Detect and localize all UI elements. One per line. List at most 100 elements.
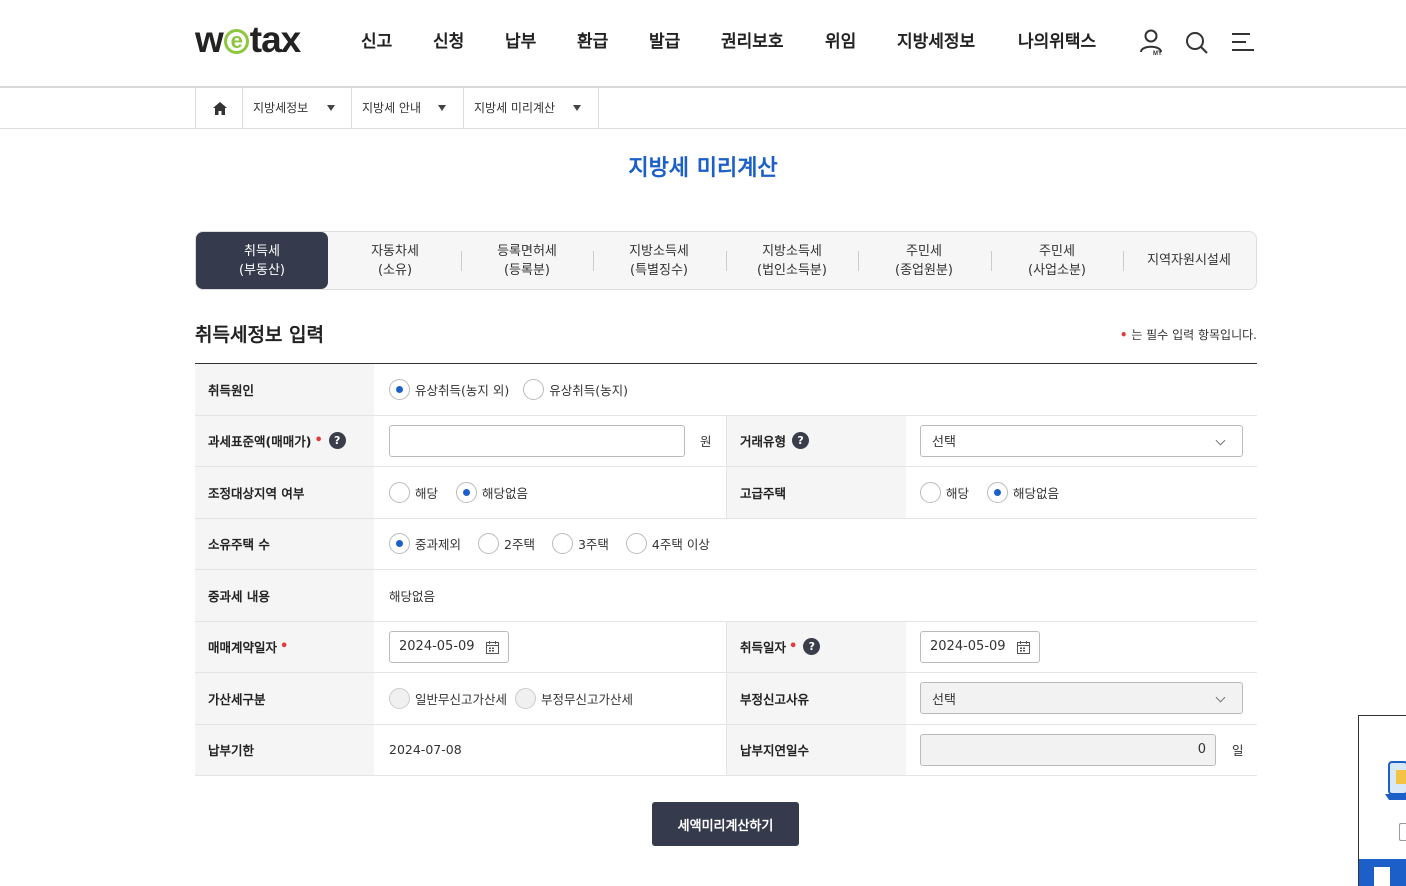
nav-apply[interactable]: 신청	[433, 30, 464, 54]
tab-acquisition-tax[interactable]: 취득세 (부동산)	[196, 232, 328, 289]
tab-local-income-corporate[interactable]: 지방소득세 (법인소득분)	[726, 232, 858, 289]
radio-luxury-yes[interactable]: 해당	[920, 481, 969, 503]
nav-payment[interactable]: 납부	[505, 30, 536, 54]
calculate-tax-button[interactable]: 세액미리계산하기	[652, 802, 799, 846]
fraud-reason-select[interactable]: 선택	[920, 682, 1243, 715]
breadcrumb-home[interactable]	[195, 88, 242, 128]
label-fraud-reason: 부정신고사유	[726, 673, 906, 724]
radio-general-penalty[interactable]: 일반무신고가산세	[389, 687, 508, 709]
radio-circle	[551, 533, 573, 555]
label-acquisition-date: 취득일자 •?	[726, 621, 906, 672]
logo-w: w	[195, 19, 224, 60]
widget-checkbox[interactable]	[1399, 823, 1406, 841]
acquisition-date-cell: 2024-05-09	[920, 622, 1040, 673]
search-icon[interactable]	[1183, 28, 1213, 58]
section-title: 취득세정보 입력	[195, 324, 324, 346]
breadcrumb-label: 지방세정보	[253, 101, 309, 115]
menu-icon[interactable]	[1228, 28, 1258, 58]
help-icon[interactable]: ?	[328, 432, 346, 450]
radio-label: 해당없음	[1013, 485, 1060, 501]
acquisition-tax-form: 취득원인 유상취득(농지 외) 유상취득(농지) 과세표준액(매매가) •? 원 …	[195, 363, 1257, 776]
row-acquisition-cause: 취득원인 유상취득(농지 외) 유상취득(농지)	[195, 364, 1257, 416]
calendar-icon[interactable]	[486, 640, 499, 654]
row-house-count: 소유주택 수 중과제외 2주택 3주택 4주택 이상	[195, 518, 1257, 570]
radio-adjusted-yes[interactable]: 해당	[389, 481, 439, 503]
radio-fraud-penalty[interactable]: 부정무신고가산세	[515, 687, 634, 709]
tab-local-income-withholding[interactable]: 지방소득세 (특별징수)	[593, 232, 725, 289]
radio-paid-farm[interactable]: 유상취득(농지)	[523, 378, 628, 400]
help-icon[interactable]: ?	[803, 638, 821, 656]
radio-house-excluded[interactable]: 중과제외	[389, 533, 462, 555]
radio-circle	[523, 378, 545, 400]
chevron-down-icon	[1215, 692, 1226, 703]
label-tax-base: 과세표준액(매매가) •?	[195, 415, 374, 466]
tab-resident-employee[interactable]: 주민세 (종업원분)	[858, 232, 990, 289]
radio-label: 4주택 이상	[651, 537, 710, 553]
nav-rights[interactable]: 권리보호	[721, 30, 784, 54]
label-luxury-house: 고급주택	[726, 467, 906, 518]
radio-label: 중과제외	[415, 537, 462, 553]
laptop-icon	[1385, 761, 1406, 800]
tab-registration-tax[interactable]: 등록면허세 (등록분)	[461, 232, 593, 289]
label-house-count: 소유주택 수	[195, 518, 374, 569]
wetax-logo[interactable]: w e tax	[195, 19, 301, 60]
row-penalty-type: 가산세구분 일반무신고가산세 부정무신고가산세 부정신고사유 선택	[195, 673, 1257, 725]
required-mark: •	[280, 639, 289, 655]
radio-label: 해당	[415, 485, 439, 501]
nav-my-wetax[interactable]: 나의위택스	[1018, 30, 1096, 54]
chevron-down-icon	[1215, 435, 1226, 446]
radio-paid-nonfarm[interactable]: 유상취득(농지 외)	[389, 378, 509, 400]
tab-regional-resource[interactable]: 지역자원시설세	[1123, 232, 1255, 289]
row-heavy-tax: 중과세 내용 해당없음	[195, 570, 1257, 622]
breadcrumb-local-tax-guide[interactable]: 지방세 안내	[351, 88, 463, 128]
nav-refund[interactable]: 환급	[577, 30, 608, 54]
radio-label: 해당없음	[482, 485, 529, 501]
radio-label: 일반무신고가산세	[415, 691, 508, 707]
label-acquisition-cause: 취득원인	[195, 364, 374, 415]
radio-circle	[987, 481, 1009, 503]
site-header: w e tax 신고 신청 납부 환급 발급 권리보호 위임 지방세정보 나의위택스…	[0, 0, 1406, 88]
required-mark: •	[314, 433, 323, 449]
help-icon[interactable]: ?	[792, 432, 810, 450]
house-count-radios: 중과제외 2주택 3주택 4주택 이상	[389, 519, 724, 570]
label-text: 매매계약일자	[208, 640, 278, 656]
radio-circle	[389, 481, 410, 503]
tax-base-cell: 원	[389, 416, 712, 467]
nav-report[interactable]: 신고	[361, 30, 392, 54]
nav-issue[interactable]: 발급	[649, 30, 680, 54]
trade-type-cell: 선택	[920, 416, 1243, 467]
date-value: 2024-05-09	[930, 639, 1006, 655]
tab-vehicle-tax[interactable]: 자동차세 (소유)	[329, 232, 461, 289]
tab-resident-business[interactable]: 주민세 (사업소분)	[991, 232, 1123, 289]
nav-delegate[interactable]: 위임	[825, 30, 856, 54]
nav-local-tax-info[interactable]: 지방세정보	[897, 30, 975, 54]
radio-house-4plus[interactable]: 4주택 이상	[625, 533, 710, 555]
tax-base-input[interactable]	[389, 424, 685, 457]
calendar-icon[interactable]	[1017, 640, 1030, 654]
radio-label: 부정무신고가산세	[541, 691, 634, 707]
floating-widget[interactable]	[1358, 715, 1406, 886]
radio-house-2[interactable]: 2주택	[478, 533, 535, 555]
adjusted-area-radios: 해당 해당없음	[389, 467, 542, 518]
breadcrumb-local-tax-info[interactable]: 지방세정보	[242, 88, 351, 128]
caret-down-icon	[573, 105, 581, 111]
breadcrumb: 지방세정보 지방세 안내 지방세 미리계산	[0, 88, 1406, 129]
radio-adjusted-no[interactable]: 해당없음	[456, 481, 529, 503]
radio-house-3[interactable]: 3주택	[551, 533, 609, 555]
delay-days-input[interactable]: 0	[920, 733, 1216, 766]
radio-circle	[456, 481, 478, 503]
trade-type-select[interactable]: 선택	[920, 424, 1243, 457]
required-mark: •	[789, 639, 798, 655]
radio-luxury-no[interactable]: 해당없음	[987, 481, 1060, 503]
my-page-icon[interactable]: MY	[1138, 28, 1168, 58]
heavy-tax-value: 해당없음	[389, 588, 436, 604]
acquisition-date-input[interactable]: 2024-05-09	[920, 630, 1040, 663]
due-date-value: 2024-07-08	[389, 742, 462, 758]
radio-label: 2주택	[504, 537, 535, 553]
breadcrumb-tax-precalc[interactable]: 지방세 미리계산	[463, 88, 599, 128]
radio-circle	[625, 533, 647, 555]
contract-date-input[interactable]: 2024-05-09	[389, 630, 509, 663]
luxury-house-radios: 해당 해당없음	[920, 467, 1073, 518]
widget-button[interactable]	[1359, 859, 1406, 886]
radio-label: 3주택	[577, 537, 609, 553]
